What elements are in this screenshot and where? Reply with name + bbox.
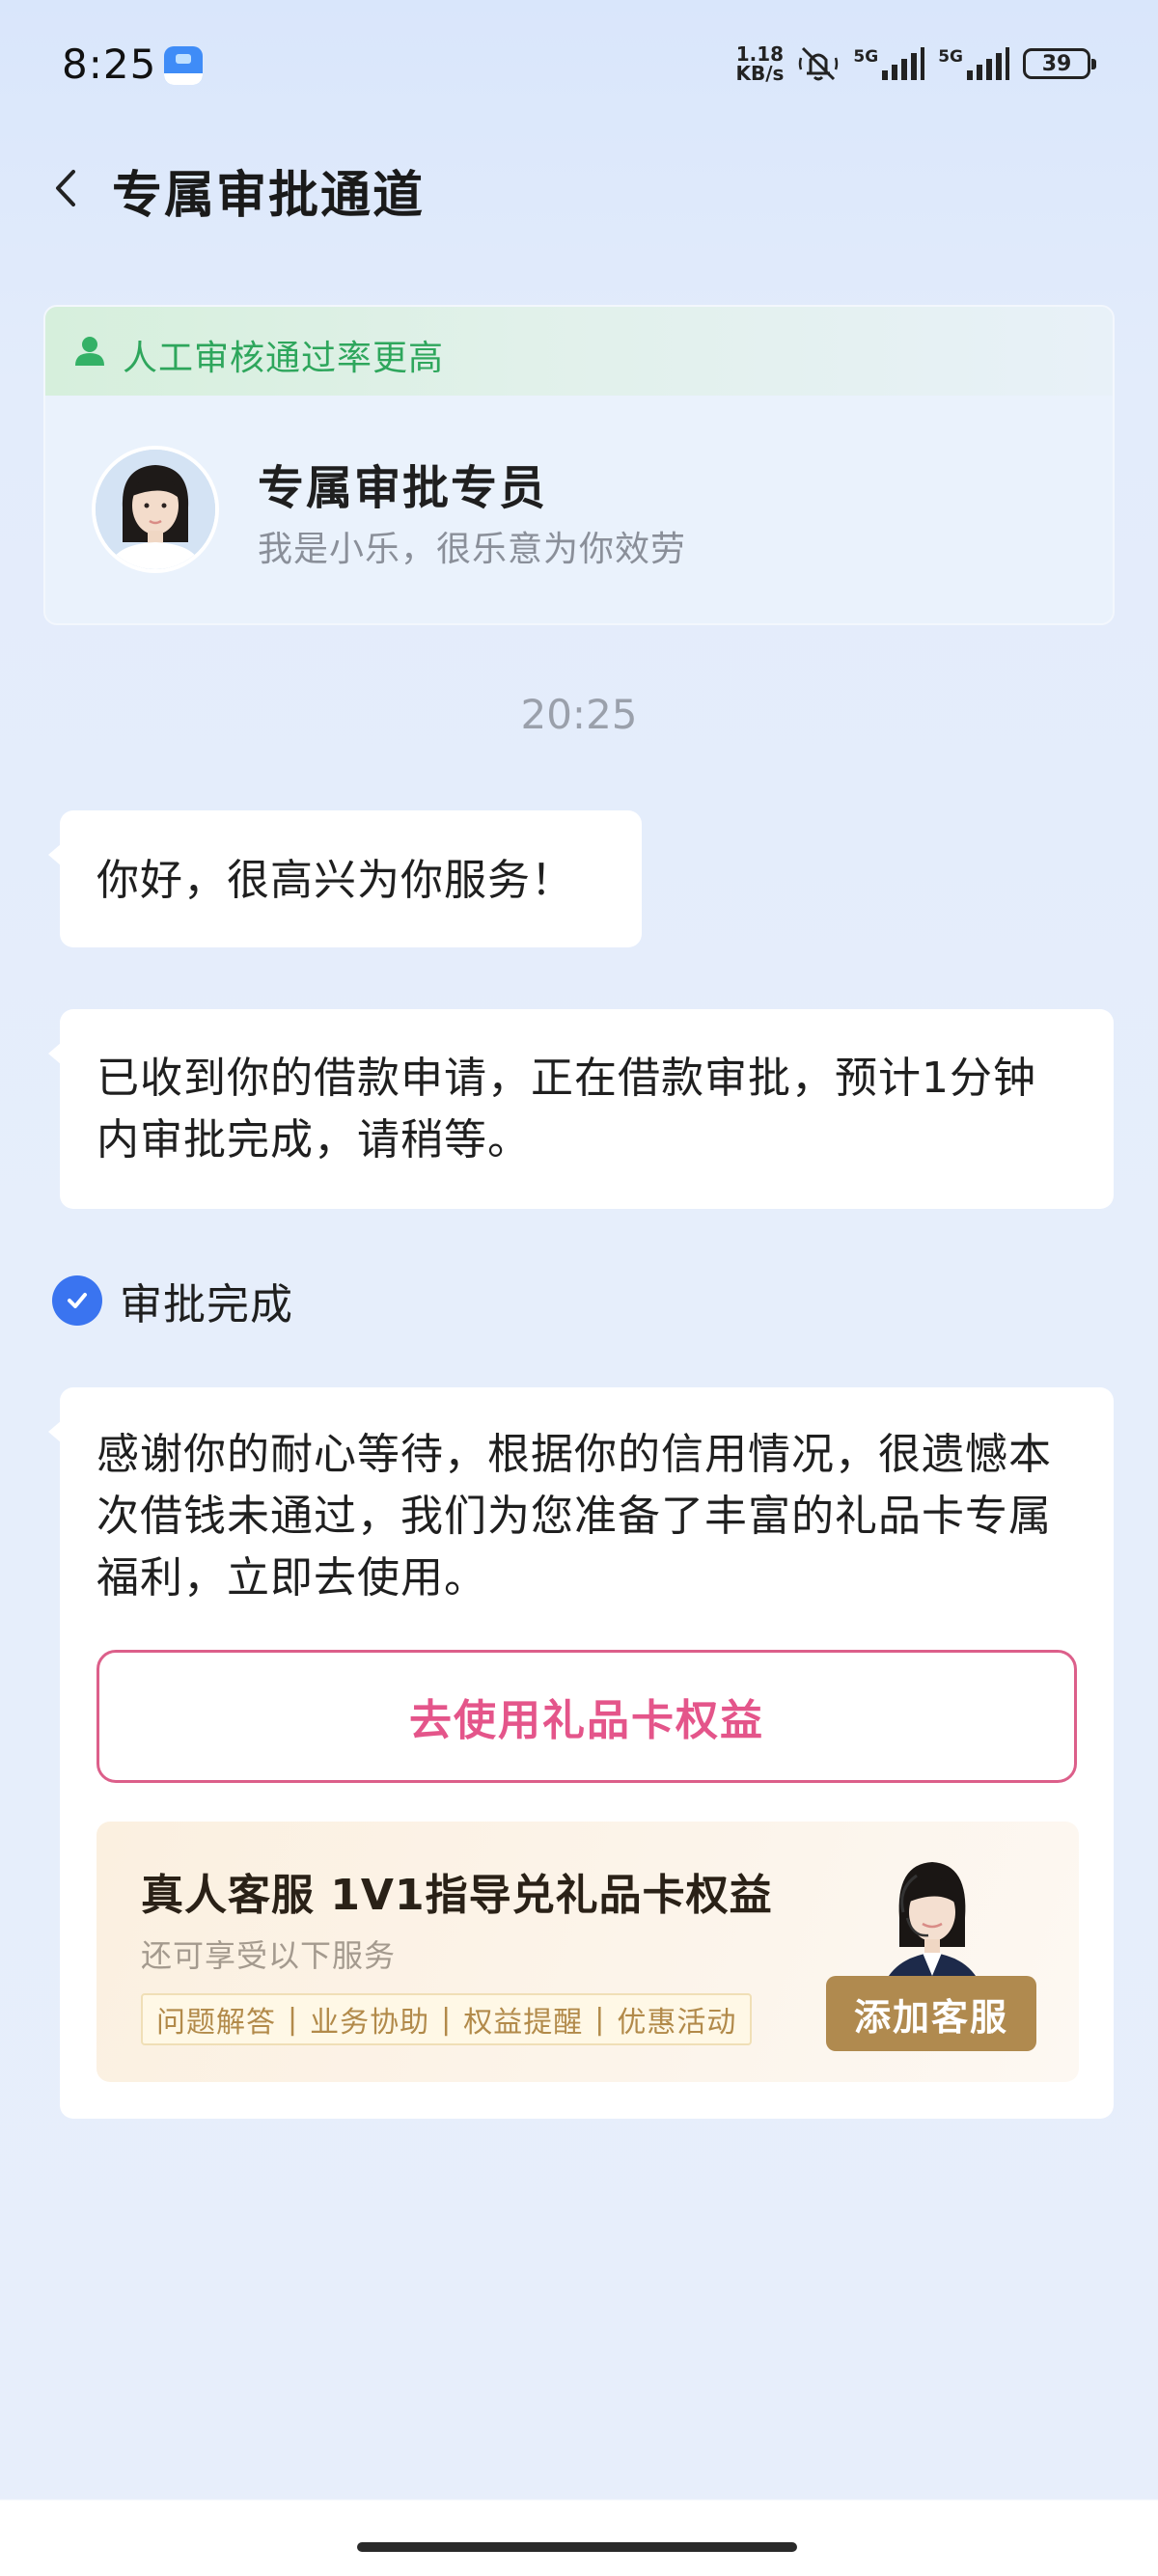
back-button[interactable] [48, 164, 87, 212]
service-tag: 权益提醒 [463, 2006, 584, 2040]
service-tag: 业务协助 [310, 2006, 430, 2040]
battery-icon: 39 [1023, 48, 1096, 79]
approval-status-text: 审批完成 [120, 1280, 293, 1329]
tag-separator: | [288, 2002, 299, 2037]
chat-timestamp: 20:25 [520, 691, 638, 738]
result-message: 感谢你的耐心等待，根据你的信用情况，很遗憾本次借钱未通过，我们为您准备了丰富的礼… [96, 1430, 1052, 1603]
tag-separator: | [441, 2002, 453, 2037]
signal-label-2: 5G [938, 47, 963, 67]
signal-5g-1: 5G [853, 47, 925, 80]
network-speed: 1.18 KB/s [735, 44, 784, 83]
person-icon [75, 337, 104, 366]
customer-service-card[interactable]: 真人客服 1V1指导兑礼品卡权益 还可享受以下服务 问题解答 | 业务协助 | … [96, 1822, 1079, 2082]
agent-subtitle: 我是小乐，很乐意为你效劳 [258, 530, 687, 569]
battery-level: 39 [1041, 51, 1072, 76]
approval-status: 审批完成 [52, 1270, 293, 1331]
service-title: 真人客服 1V1指导兑礼品卡权益 [141, 1871, 773, 1920]
chat-bubble-result: 感谢你的耐心等待，根据你的信用情况，很遗憾本次借钱未通过，我们为您准备了丰富的礼… [48, 1387, 1114, 2119]
home-indicator[interactable] [357, 2542, 797, 2552]
agent-card-banner: 人工审核通过率更高 [45, 307, 1113, 396]
signal-bars-icon [967, 47, 1009, 80]
network-speed-unit: KB/s [735, 62, 785, 85]
chat-bubble-greeting: 你好，很高兴为你服务！ [48, 810, 642, 947]
use-gift-card-button[interactable]: 去使用礼品卡权益 [96, 1650, 1077, 1783]
banner-text: 人工审核通过率更高 [123, 339, 445, 378]
app-notification-icon [164, 46, 203, 85]
add-service-button[interactable]: 添加客服 [826, 1976, 1036, 2051]
status-icons: 1.18 KB/s 5G 5G 39 [735, 42, 1096, 85]
mute-icon [797, 44, 840, 83]
service-tag: 问题解答 [156, 2006, 276, 2040]
network-speed-value: 1.18 [735, 42, 785, 66]
signal-label-1: 5G [853, 47, 879, 67]
tag-separator: | [594, 2002, 606, 2037]
agent-card: 人工审核通过率更高 专属审批专员 我是小乐，很乐意为你效劳 [43, 305, 1115, 625]
service-tags: 问题解答 | 业务协助 | 权益提醒 | 优惠活动 [141, 1993, 753, 2045]
chevron-left-icon [56, 170, 75, 206]
status-time: 8:25 [62, 41, 157, 88]
signal-bars-icon [882, 47, 925, 80]
agent-name: 专属审批专员 [258, 461, 548, 515]
signal-5g-2: 5G [938, 47, 1009, 80]
page-title: 专属审批通道 [112, 167, 426, 225]
agent-avatar [92, 446, 219, 573]
chat-bubble-received: 已收到你的借款申请，正在借款审批，预计1分钟内审批完成，请稍等。 [48, 1009, 1114, 1209]
check-circle-icon [52, 1275, 102, 1326]
service-tag: 优惠活动 [617, 2006, 737, 2040]
service-subtitle: 还可享受以下服务 [141, 1937, 397, 1974]
